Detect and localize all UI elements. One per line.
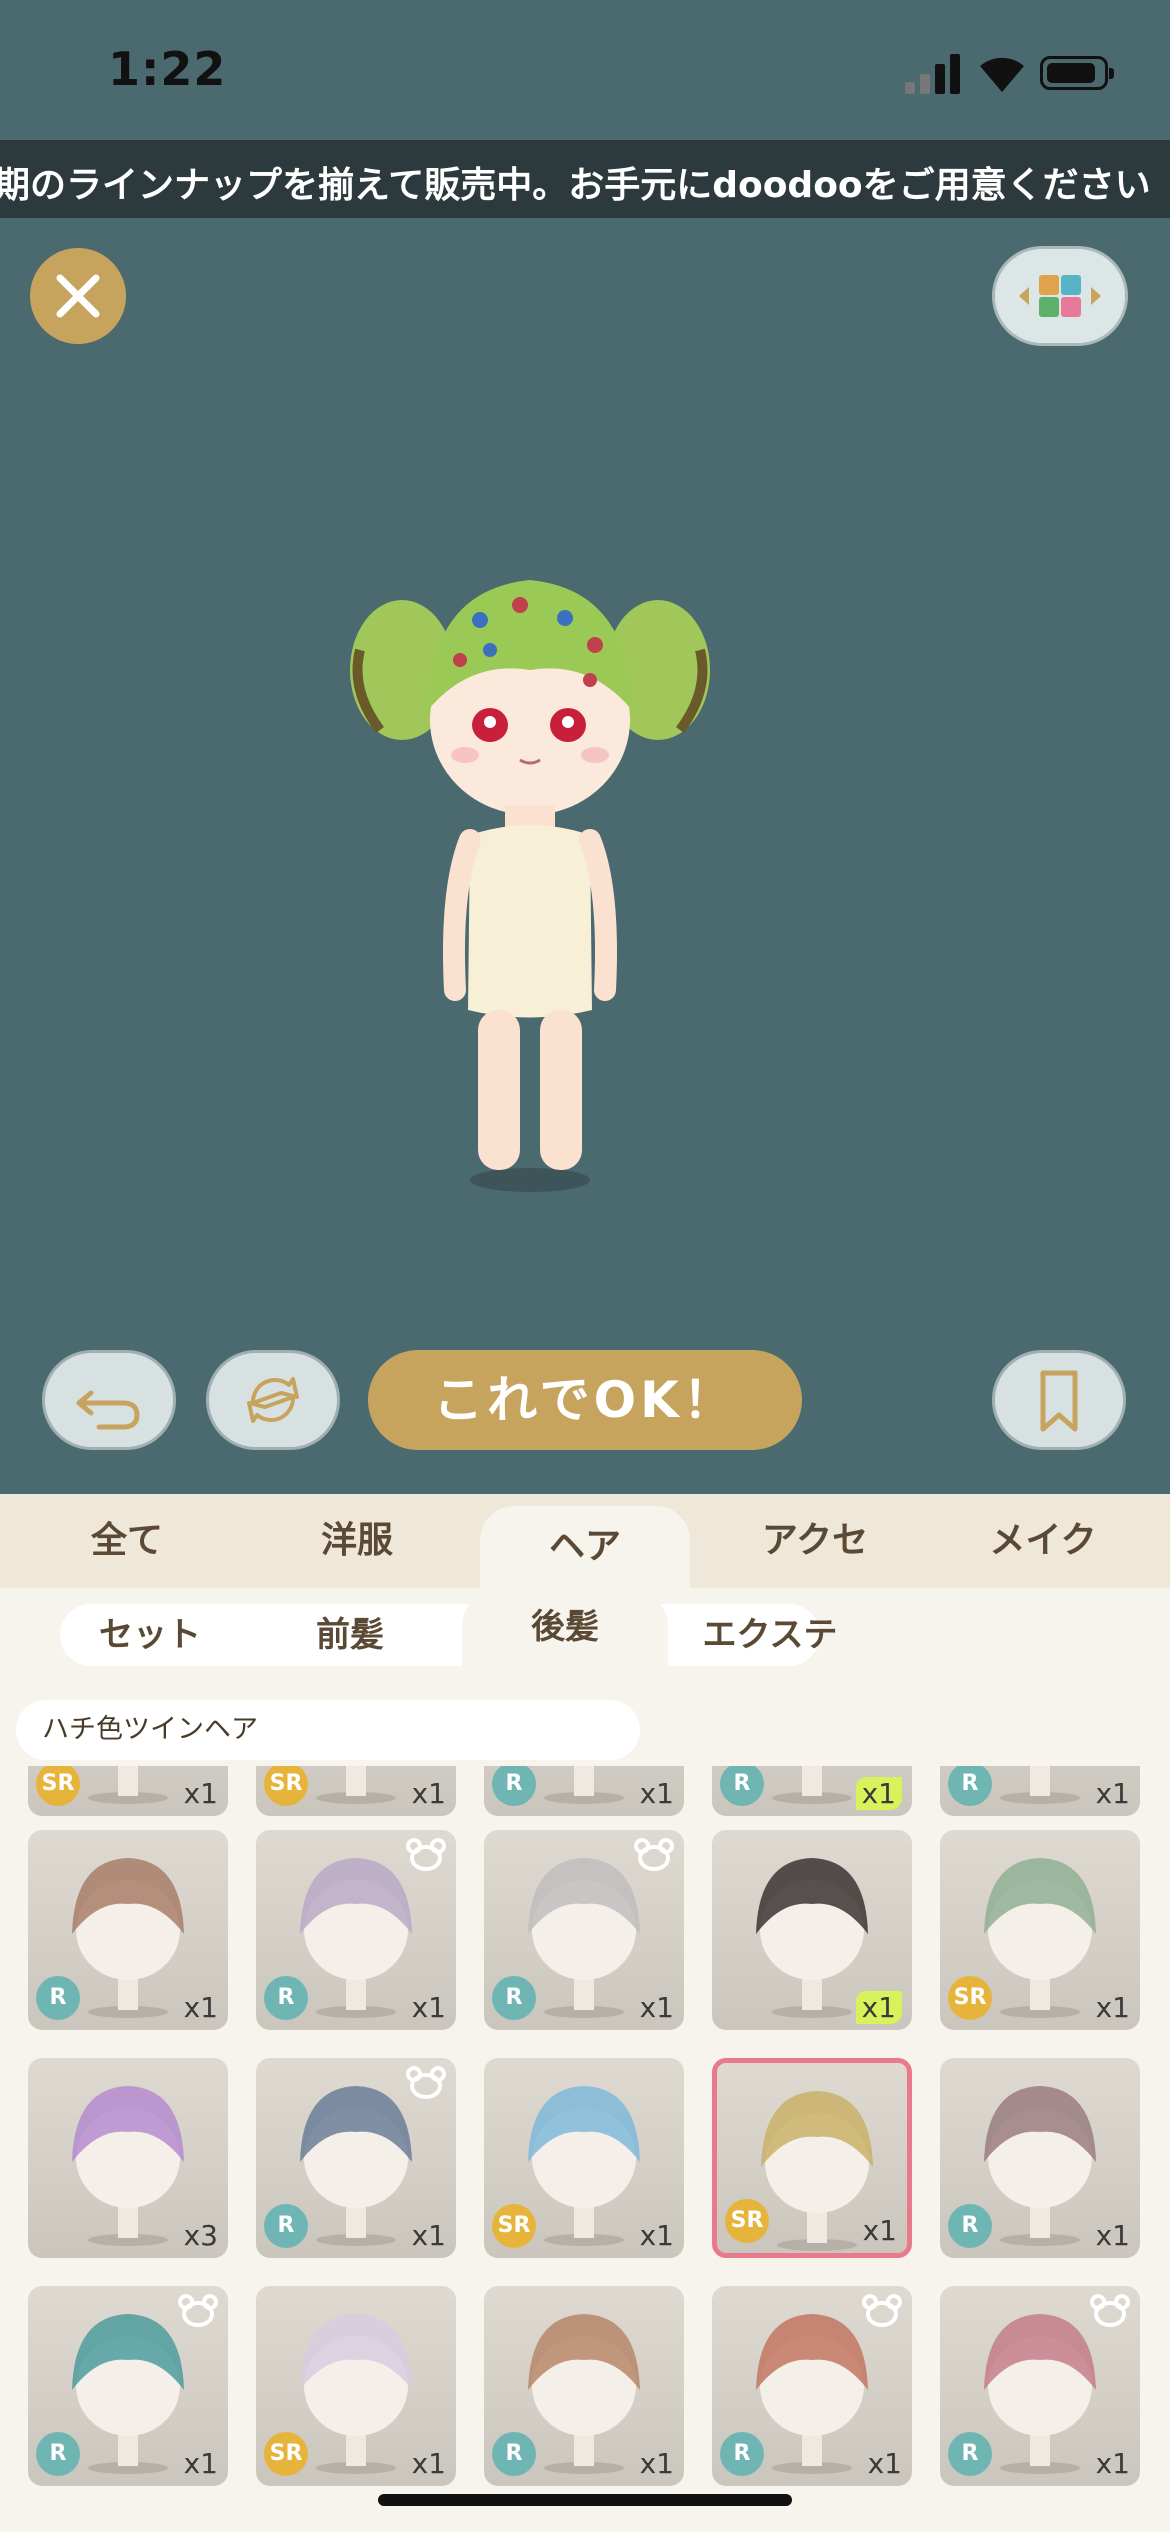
status-time: 1:22 (108, 42, 227, 96)
hair-item[interactable]: SR x1 (484, 2058, 684, 2258)
item-count: x1 (1095, 1777, 1130, 1810)
hair-item[interactable]: Rx1 (484, 1830, 684, 2030)
item-count: x1 (411, 2219, 446, 2252)
tab-accessories[interactable]: アクセ (698, 1494, 932, 1588)
hair-item[interactable]: Rx1 (484, 2286, 684, 2486)
item-count: x1 (411, 2447, 446, 2480)
rarity-badge: R (264, 1976, 308, 2020)
bookmark-icon (1040, 1370, 1078, 1432)
item-count: x1 (1095, 2447, 1130, 2480)
item-count: x1 (183, 1991, 218, 2024)
hair-item[interactable]: Rx1 (28, 1830, 228, 2030)
hair-item[interactable]: Rx1 (940, 1766, 1140, 1816)
item-grid: SR x1 SR x1 Rx1 Rx1 Rx1 Rx1 Rx1 Rx1 x1 SR x1 x3 Rx1 SR x… (0, 1766, 1170, 2532)
status-bar: 1:22 (0, 0, 1170, 140)
wifi-icon (980, 57, 1024, 92)
bear-icon (406, 1838, 446, 1871)
undo-icon (76, 1390, 140, 1430)
hair-item[interactable]: SR x1 (256, 2286, 456, 2486)
hair-item[interactable]: Rx1 (940, 2058, 1140, 2258)
rarity-badge: R (720, 2432, 764, 2476)
hair-item[interactable]: Rx1 (28, 2286, 228, 2486)
rarity-badge: R (264, 2204, 308, 2248)
subtab-set[interactable]: セット (60, 1604, 240, 1666)
tab-all[interactable]: 全て (10, 1494, 244, 1588)
selected-item-name: ハチ色ツインヘア (16, 1700, 640, 1760)
rarity-badge: R (948, 2432, 992, 2476)
category-tabs: 全て 洋服 ヘア アクセ メイク (0, 1494, 1170, 1588)
item-count: x1 (639, 2447, 674, 2480)
item-count: x1 (183, 1777, 218, 1810)
bear-icon (1090, 2294, 1130, 2327)
rarity-badge: R (492, 2432, 536, 2476)
home-indicator[interactable] (378, 2494, 792, 2506)
hair-item[interactable]: Rx1 (256, 1830, 456, 2030)
hair-item[interactable]: Rx1 (712, 2286, 912, 2486)
item-count: x1 (411, 1777, 446, 1810)
rarity-badge: SR (725, 2199, 769, 2243)
subtab-back-hair[interactable]: 後髪 (462, 1592, 668, 1682)
hair-item[interactable]: SR x1 (256, 1766, 456, 1816)
item-count: x1 (639, 1991, 674, 2024)
bear-icon (862, 2294, 902, 2327)
rarity-badge: R (36, 1976, 80, 2020)
hair-item[interactable]: Rx1 (256, 2058, 456, 2258)
news-ticker: 期のラインナップを揃えて販売中。お手元にdoodooをご用意ください (0, 140, 1170, 218)
item-count: x1 (411, 1991, 446, 2024)
subtab-extensions[interactable]: エクステ (680, 1604, 860, 1666)
bear-icon (406, 2066, 446, 2099)
item-count: x1 (1095, 2219, 1130, 2252)
refresh-icon (247, 1377, 299, 1423)
randomize-button[interactable] (206, 1350, 340, 1450)
rarity-badge: SR (264, 2432, 308, 2476)
ticker-text: 期のラインナップを揃えて販売中。お手元にdoodooをご用意ください (0, 165, 1151, 206)
rarity-badge: R (36, 2432, 80, 2476)
battery-icon (1040, 56, 1114, 90)
tab-clothes[interactable]: 洋服 (240, 1494, 474, 1588)
close-button[interactable] (30, 248, 126, 344)
cellular-signal-icon (905, 52, 963, 94)
item-count: x1 (639, 1777, 674, 1810)
hair-item[interactable]: Rx1 (484, 1766, 684, 1816)
item-count: x3 (183, 2219, 218, 2252)
palette-icon (1019, 275, 1101, 317)
bookmark-button[interactable] (992, 1350, 1126, 1450)
item-count: x1 (862, 2214, 897, 2247)
hair-item[interactable]: Rx1 (940, 2286, 1140, 2486)
hair-item[interactable]: SR x1 (28, 1766, 228, 1816)
item-count: x1 (183, 2447, 218, 2480)
palette-toggle-button[interactable] (992, 246, 1128, 346)
undo-button[interactable] (42, 1350, 176, 1450)
tab-hair[interactable]: ヘア (480, 1506, 690, 1588)
rarity-badge: SR (948, 1976, 992, 2020)
bear-icon (178, 2294, 218, 2327)
rarity-badge: R (492, 1976, 536, 2020)
subtab-front-hair[interactable]: 前髪 (260, 1604, 440, 1666)
close-icon (56, 274, 100, 318)
item-count: x1 (855, 1991, 902, 2024)
bear-icon (634, 1838, 674, 1871)
hair-item[interactable]: SR x1 (940, 1830, 1140, 2030)
hair-item-selected[interactable]: SR x1 (712, 2058, 912, 2258)
item-count: x1 (867, 2447, 902, 2480)
item-count: x1 (639, 2219, 674, 2252)
hair-item[interactable]: x1 (712, 1830, 912, 2030)
hair-item[interactable]: x3 (28, 2058, 228, 2258)
avatar-doll (350, 580, 710, 1192)
hair-sub-tabs: セット 前髪 後髪 エクステ (60, 1592, 837, 1682)
tab-makeup[interactable]: メイク (926, 1494, 1160, 1588)
hair-item[interactable]: Rx1 (712, 1766, 912, 1816)
item-count: x1 (855, 1777, 902, 1810)
item-count: x1 (1095, 1991, 1130, 2024)
item-panel: セット 前髪 後髪 エクステ ハチ色ツインヘア SR x1 SR x1 Rx1 Rx1 Rx… (0, 1588, 1170, 2532)
confirm-ok-button[interactable]: これでOK！ (368, 1350, 802, 1450)
rarity-badge: SR (492, 2204, 536, 2248)
rarity-badge: R (948, 2204, 992, 2248)
